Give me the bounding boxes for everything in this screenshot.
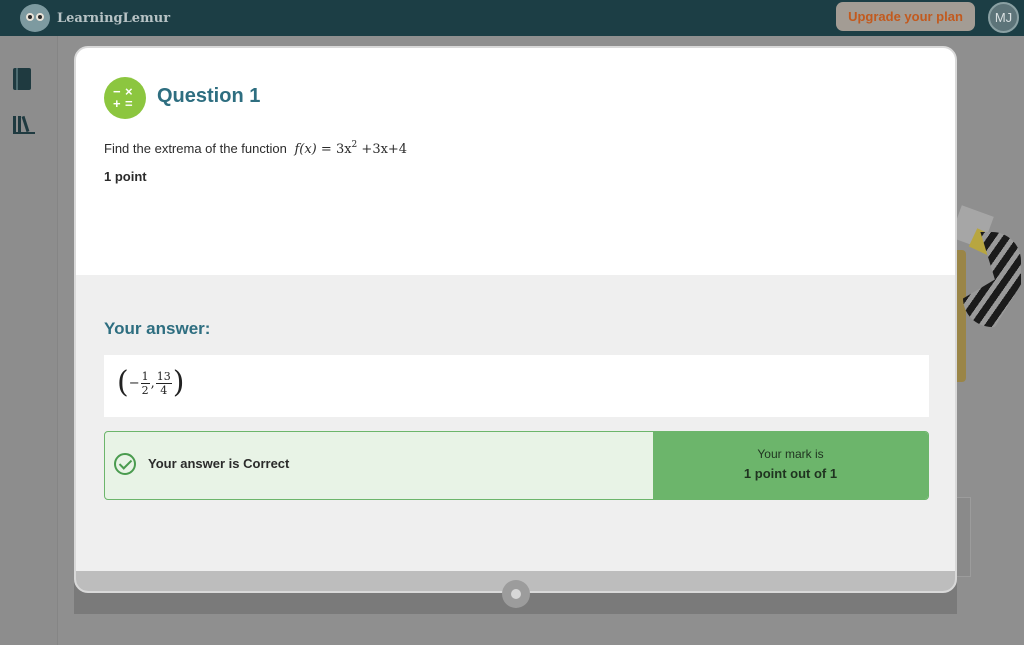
function-expression: f(x) = 3x2 +3x+4 [294, 140, 408, 157]
question-prompt: Find the extrema of the function [104, 141, 287, 156]
fraction-denominator: 4 [160, 383, 168, 397]
lemur-logo-icon [20, 4, 50, 32]
upgrade-plan-button[interactable]: Upgrade your plan [836, 2, 975, 31]
result-status: Your answer is Correct [148, 456, 290, 471]
fraction-numerator: 1 [140, 369, 150, 384]
function-exponent: 2 [351, 140, 358, 150]
question-title: Question 1 [157, 85, 261, 107]
answer-expression: ( − 1 2 , 13 4 ) [117, 365, 185, 400]
sidebar [0, 36, 58, 645]
calculator-operations-icon: − × + = [104, 77, 146, 119]
question-text: Find the extrema of the function f(x) = … [104, 140, 407, 157]
answer-fraction-2: 13 4 [155, 369, 172, 397]
background-card-edge [956, 497, 971, 577]
mark-panel: Your mark is 1 point out of 1 [653, 432, 928, 499]
answer-comma: , [150, 375, 155, 391]
answer-box: ( − 1 2 , 13 4 ) [104, 355, 929, 417]
function-equals: = [320, 142, 332, 157]
answer-heading: Your answer: [104, 319, 211, 338]
avatar[interactable]: MJ [988, 2, 1019, 33]
top-bar: LearningLemur Upgrade your plan MJ [0, 0, 1024, 36]
fraction-numerator: 13 [155, 369, 172, 384]
check-circle-icon [114, 453, 136, 475]
answer-fraction-1: 1 2 [140, 369, 150, 397]
answer-minus: − [128, 375, 140, 391]
library-icon[interactable] [13, 114, 35, 134]
function-lhs: f(x) [294, 142, 317, 157]
fraction-denominator: 2 [141, 383, 149, 397]
carousel-indicator-icon[interactable] [502, 580, 530, 608]
book-icon[interactable] [13, 68, 31, 90]
result-banner: Your answer is Correct Your mark is 1 po… [104, 431, 929, 500]
function-rest: +3x+4 [361, 142, 408, 157]
brand-name: LearningLemur [57, 10, 171, 26]
question-section: − × + = Question 1 Find the extrema of the … [76, 48, 955, 275]
function-term: 3x [335, 142, 352, 157]
brand[interactable]: LearningLemur [20, 4, 170, 32]
mark-label: Your mark is [757, 447, 824, 461]
background-card-edge [956, 250, 966, 382]
question-result-modal: − × + = Question 1 Find the extrema of the … [74, 46, 957, 593]
mark-value: 1 point out of 1 [743, 466, 838, 481]
question-points: 1 point [104, 169, 147, 184]
